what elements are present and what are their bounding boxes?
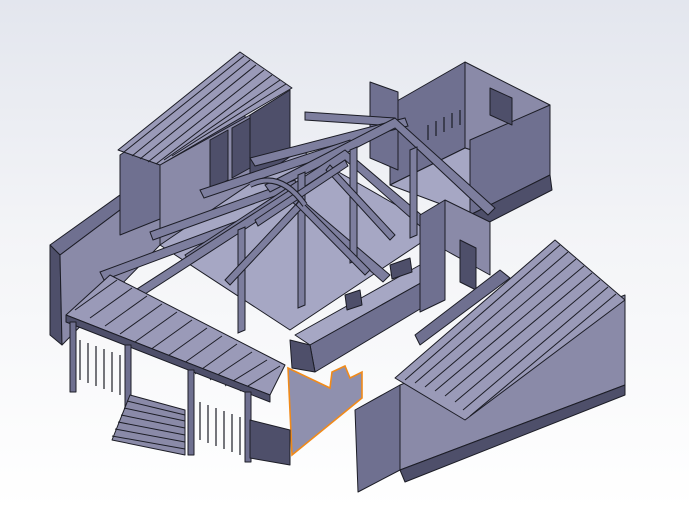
porch-post <box>69 321 77 393</box>
shed-end-wall <box>354 384 401 493</box>
cabin-door-left[interactable] <box>209 129 229 191</box>
3d-model-viewport[interactable] <box>0 0 689 509</box>
interior-partition-selected[interactable] <box>287 364 363 457</box>
cabin-door-right[interactable] <box>231 117 251 179</box>
model-canvas[interactable] <box>0 0 689 509</box>
interior-door[interactable] <box>459 239 477 291</box>
porch-steps[interactable] <box>111 394 186 456</box>
